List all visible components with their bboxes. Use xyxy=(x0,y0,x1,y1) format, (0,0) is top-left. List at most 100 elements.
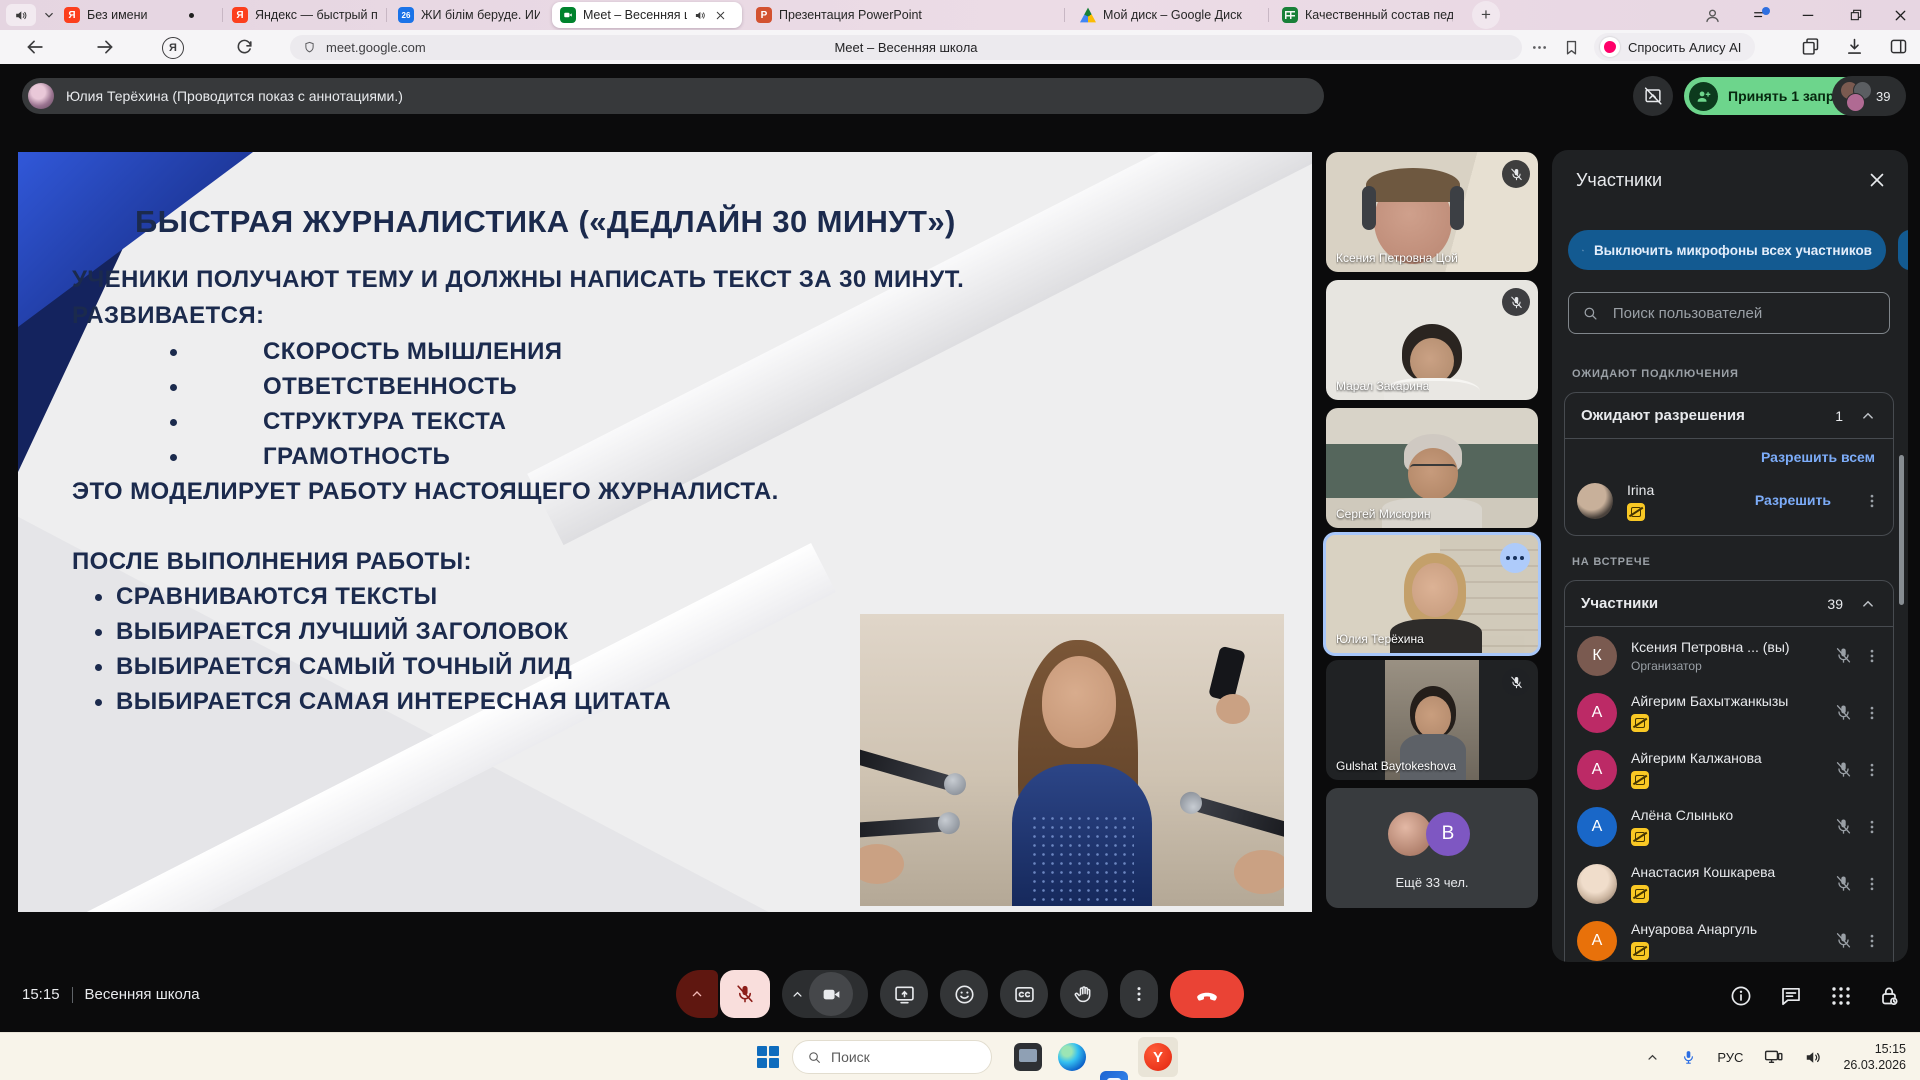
participant-search[interactable] xyxy=(1568,292,1890,334)
overflow-tile[interactable]: B Ещё 33 чел. xyxy=(1326,788,1538,908)
taskbar-app-blue-icon[interactable] xyxy=(1100,1071,1128,1080)
window-audio-button[interactable] xyxy=(6,4,36,26)
language-indicator[interactable]: РУС xyxy=(1717,1050,1743,1065)
mic-in-use-icon[interactable] xyxy=(1680,1049,1697,1066)
tab-audio-icon[interactable] xyxy=(694,9,707,22)
edge-icon[interactable] xyxy=(1058,1043,1086,1071)
tab-list-chevron-icon[interactable] xyxy=(38,4,60,26)
meeting-details-icon[interactable] xyxy=(1729,984,1753,1008)
taskbar-search[interactable]: Поиск xyxy=(792,1040,992,1074)
end-call-button[interactable] xyxy=(1170,970,1244,1018)
participant-row[interactable]: А Ануарова Анаргуль xyxy=(1565,912,1893,962)
site-shield-icon[interactable] xyxy=(302,40,317,55)
address-bar[interactable]: meet.google.com xyxy=(290,35,1522,60)
more-options-button[interactable] xyxy=(1120,970,1158,1018)
waiting-card-header[interactable]: Ожидают разрешения 1 xyxy=(1565,393,1893,439)
collections-icon[interactable] xyxy=(1800,36,1822,58)
video-tile[interactable]: Ксения Петровна Цой xyxy=(1326,152,1538,272)
back-icon[interactable] xyxy=(24,36,46,58)
tab-untitled[interactable]: Я Без имени xyxy=(64,0,216,30)
browser-menu-icon[interactable] xyxy=(1750,5,1770,25)
bookmark-icon[interactable] xyxy=(1562,36,1584,58)
extensions-dots-icon[interactable] xyxy=(1530,38,1552,60)
start-button[interactable] xyxy=(757,1046,779,1068)
kebab-menu-icon[interactable] xyxy=(1863,647,1881,665)
participant-row[interactable]: А Айгерим Калжанова xyxy=(1565,741,1893,798)
secondary-action-button[interactable] xyxy=(1898,230,1908,270)
video-tile[interactable]: Сергей Мисюрин xyxy=(1326,408,1538,528)
video-tile[interactable]: Марал Закарина xyxy=(1326,280,1538,400)
panel-close-icon[interactable] xyxy=(1866,169,1890,193)
screen: Я Без имени Я Яндекс — быстрый поиск 26 … xyxy=(0,0,1920,1080)
collapse-chevron-icon xyxy=(1859,407,1877,425)
participants-card-header[interactable]: Участники 39 xyxy=(1565,581,1893,627)
mic-options-chevron[interactable] xyxy=(676,970,718,1018)
microphone-prop xyxy=(1184,794,1284,841)
admit-all-link[interactable]: Разрешить всем xyxy=(1761,449,1875,467)
connect-display-icon[interactable] xyxy=(1763,1047,1784,1068)
video-tile-active-speaker[interactable]: Юлия Терёхина xyxy=(1323,532,1541,656)
panel-scrollbar[interactable] xyxy=(1899,455,1904,605)
taskbar-app-window-icon[interactable] xyxy=(1014,1043,1042,1071)
mic-off-icon xyxy=(1834,703,1853,722)
annotations-off-button[interactable] xyxy=(1633,76,1673,116)
side-panel-icon[interactable] xyxy=(1888,36,1910,58)
reload-icon[interactable] xyxy=(234,36,256,58)
mic-toggle-button-muted[interactable] xyxy=(720,970,770,1018)
activities-grid-icon[interactable] xyxy=(1829,984,1853,1008)
tray-chevron-icon[interactable] xyxy=(1645,1050,1660,1065)
participant-row[interactable]: Анастасия Кошкарева xyxy=(1565,855,1893,912)
tab-google-sheets[interactable]: Качественный состав пед xyxy=(1282,0,1454,30)
video-tile[interactable]: Gulshat Baytokeshova xyxy=(1326,660,1538,780)
camera-options-chevron[interactable] xyxy=(790,987,805,1002)
host-controls-lock-icon[interactable] xyxy=(1877,984,1901,1008)
kebab-menu-icon[interactable] xyxy=(1863,932,1881,950)
close-window-button[interactable] xyxy=(1890,5,1910,25)
kebab-menu-icon[interactable] xyxy=(1863,704,1881,722)
new-tab-button[interactable]: + xyxy=(1472,1,1500,29)
annotation-badge-icon xyxy=(1631,885,1649,903)
present-screen-button[interactable] xyxy=(880,970,928,1018)
kebab-menu-icon[interactable] xyxy=(1863,875,1881,893)
tab-meet-active[interactable]: Meet – Весенняя шк xyxy=(552,2,742,28)
volume-icon[interactable] xyxy=(1804,1048,1823,1067)
headphones xyxy=(1362,186,1376,230)
kebab-menu-icon[interactable] xyxy=(1863,761,1881,779)
profile-avatar-icon[interactable] xyxy=(1702,5,1722,25)
slide-bullet: СРАВНИВАЮТСЯ ТЕКСТЫ xyxy=(116,583,438,610)
participants-count-pill[interactable]: 39 xyxy=(1832,76,1906,116)
taskbar-clock[interactable]: 15:15 26.03.2026 xyxy=(1843,1041,1906,1073)
forward-icon[interactable] xyxy=(94,36,116,58)
slide-line: РАЗВИВАЕТСЯ: xyxy=(72,302,264,330)
participant-row[interactable]: А Алёна Слынько xyxy=(1565,798,1893,855)
tab-yandex-search[interactable]: Я Яндекс — быстрый поиск xyxy=(232,0,378,30)
reactions-button[interactable] xyxy=(940,970,988,1018)
admit-link[interactable]: Разрешить xyxy=(1755,492,1831,510)
search-input[interactable] xyxy=(1611,304,1876,323)
chat-icon[interactable] xyxy=(1779,984,1803,1008)
participant-row[interactable]: К Ксения Петровна ... (вы) Организатор xyxy=(1565,627,1893,684)
alice-icon xyxy=(1600,37,1620,57)
tab-calendar[interactable]: 26 ЖИ білім беруде. ИИ в об xyxy=(398,0,540,30)
kebab-menu-icon[interactable] xyxy=(1863,818,1881,836)
tab-close-icon[interactable] xyxy=(714,9,727,22)
camera-toggle-button[interactable] xyxy=(809,972,853,1016)
yandex-home-icon[interactable]: Я xyxy=(162,37,184,59)
minimize-button[interactable] xyxy=(1798,5,1818,25)
ask-alice-button[interactable]: Спросить Алису AI xyxy=(1594,33,1755,61)
mic-off-icon xyxy=(1834,760,1853,779)
captions-button[interactable] xyxy=(1000,970,1048,1018)
annotation-badge-icon xyxy=(1627,503,1645,521)
participant-row[interactable]: А Айгерим Бахытжанкызы xyxy=(1565,684,1893,741)
yandex-browser-taskbar-icon[interactable]: Y xyxy=(1138,1037,1178,1077)
raise-hand-button[interactable] xyxy=(1060,970,1108,1018)
avatar: А xyxy=(1577,921,1617,961)
tab-google-drive[interactable]: Мой диск – Google Диск xyxy=(1080,0,1258,30)
mute-all-button[interactable]: Выключить микрофоны всех участников xyxy=(1568,230,1886,270)
downloads-icon[interactable] xyxy=(1844,36,1866,58)
participants-panel: Участники Выключить микрофоны всех участ… xyxy=(1552,150,1908,962)
restore-window-button[interactable] xyxy=(1846,5,1866,25)
kebab-menu-icon[interactable] xyxy=(1863,492,1881,510)
tile-options-button[interactable] xyxy=(1500,543,1530,573)
tab-powerpoint[interactable]: P Презентация PowerPoint xyxy=(756,0,946,30)
